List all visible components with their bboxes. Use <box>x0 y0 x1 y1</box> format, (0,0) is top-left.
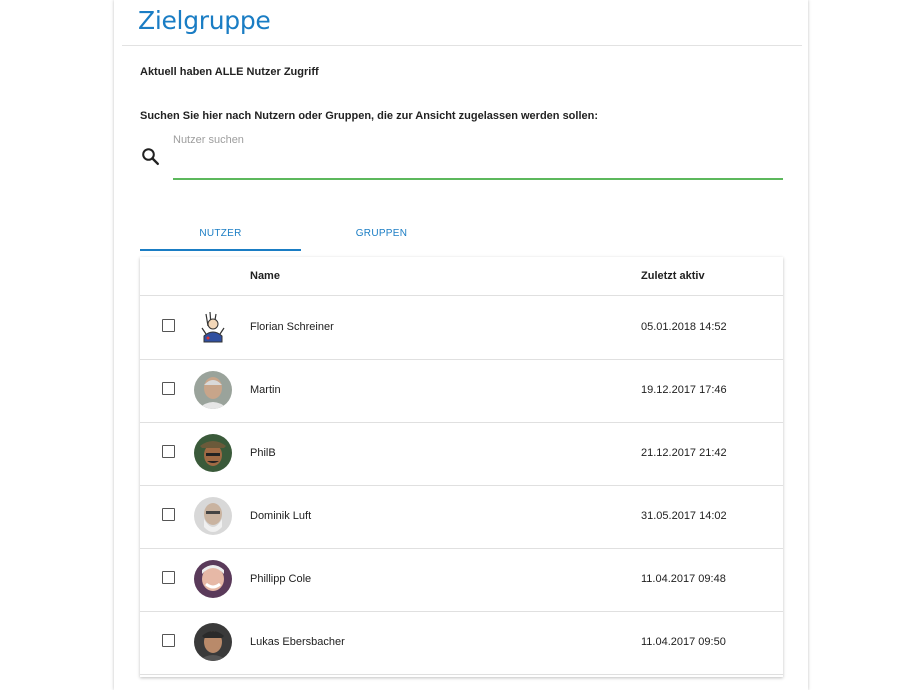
user-name: Lukas Ebersbacher <box>250 636 345 648</box>
page-title: Zielgruppe <box>138 6 271 35</box>
row-checkbox[interactable] <box>162 445 175 458</box>
row-checkbox[interactable] <box>162 508 175 521</box>
last-active: 11.04.2017 09:48 <box>641 573 726 585</box>
user-name: Dominik Luft <box>250 510 312 522</box>
title-divider <box>122 45 802 46</box>
user-name: PhilB <box>250 447 276 459</box>
active-tab-indicator <box>140 249 301 251</box>
access-info-text: Aktuell haben ALLE Nutzer Zugriff <box>140 66 319 78</box>
last-active: 31.05.2017 14:02 <box>641 510 727 522</box>
table-row[interactable]: Phillipp Cole 11.04.2017 09:48 <box>140 548 783 612</box>
search-input[interactable]: Nutzer suchen <box>173 134 244 146</box>
column-header-name[interactable]: Name <box>250 270 280 282</box>
last-active: 21.12.2017 21:42 <box>641 447 727 459</box>
table-row[interactable]: Lukas Ebersbacher 11.04.2017 09:50 <box>140 611 783 675</box>
user-name: Florian Schreiner <box>250 321 334 333</box>
row-checkbox[interactable] <box>162 634 175 647</box>
avatar <box>194 497 232 535</box>
row-checkbox[interactable] <box>162 319 175 332</box>
avatar <box>194 371 232 409</box>
avatar <box>194 308 232 346</box>
table-row[interactable]: Florian Schreiner 05.01.2018 14:52 <box>140 296 783 360</box>
user-name: Phillipp Cole <box>250 573 312 585</box>
avatar <box>194 560 232 598</box>
row-checkbox[interactable] <box>162 382 175 395</box>
table-row[interactable]: Dominik Luft 31.05.2017 14:02 <box>140 485 783 549</box>
last-active: 19.12.2017 17:46 <box>641 384 727 396</box>
search-label: Suchen Sie hier nach Nutzern oder Gruppe… <box>140 110 599 122</box>
table-row[interactable]: Martin 19.12.2017 17:46 <box>140 359 783 423</box>
last-active: 05.01.2018 14:52 <box>641 321 727 333</box>
tab-groups[interactable]: GRUPPEN <box>301 228 462 239</box>
search-input-underline <box>173 178 783 180</box>
avatar <box>194 434 232 472</box>
search-icon <box>141 147 161 167</box>
user-name: Martin <box>250 384 281 396</box>
last-active: 11.04.2017 09:50 <box>641 636 726 648</box>
table-row[interactable]: PhilB 21.12.2017 21:42 <box>140 422 783 486</box>
tab-users[interactable]: NUTZER <box>140 228 301 239</box>
row-checkbox[interactable] <box>162 571 175 584</box>
column-header-last-active[interactable]: Zuletzt aktiv <box>641 270 705 282</box>
users-table: Name Zuletzt aktiv Florian Schreiner 05.… <box>140 257 783 677</box>
avatar <box>194 623 232 661</box>
